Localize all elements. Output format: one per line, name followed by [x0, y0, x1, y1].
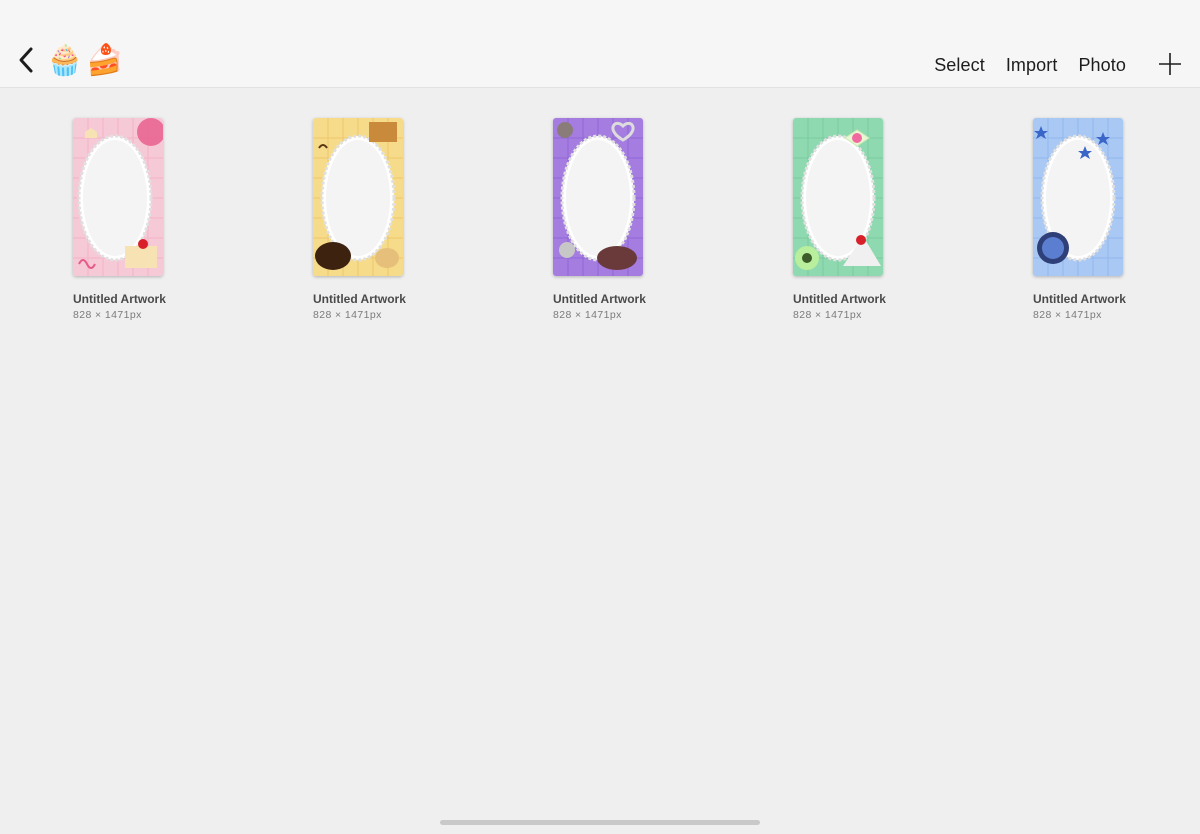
artwork-card[interactable]: Untitled Artwork 828 × 1471px — [553, 118, 693, 321]
photo-button[interactable]: Photo — [1078, 55, 1126, 76]
blue-frame-thumbnail — [1033, 118, 1123, 276]
artwork-card[interactable]: Untitled Artwork 828 × 1471px — [1033, 118, 1173, 321]
chevron-left-icon — [19, 47, 33, 73]
artwork-title: Untitled Artwork — [553, 292, 646, 306]
artwork-thumbnail[interactable] — [73, 118, 163, 276]
top-navigation-bar: 🧁 🍰 Select Import Photo — [0, 0, 1200, 88]
plus-icon — [1159, 53, 1181, 75]
artwork-gallery: Untitled Artwork 828 × 1471px Untitled A… — [0, 88, 1200, 834]
artwork-title: Untitled Artwork — [73, 292, 166, 306]
artwork-dimensions: 828 × 1471px — [1033, 309, 1102, 321]
artwork-title: Untitled Artwork — [313, 292, 406, 306]
artwork-thumbnail[interactable] — [313, 118, 403, 276]
new-canvas-button[interactable] — [1158, 52, 1182, 76]
artwork-card[interactable]: Untitled Artwork 828 × 1471px — [793, 118, 933, 321]
pink-frame-thumbnail — [73, 118, 163, 276]
purple-frame-thumbnail — [553, 118, 643, 276]
back-button[interactable] — [12, 44, 40, 76]
artwork-dimensions: 828 × 1471px — [553, 309, 622, 321]
yellow-frame-thumbnail — [313, 118, 403, 276]
artwork-thumbnail[interactable] — [793, 118, 883, 276]
artwork-title: Untitled Artwork — [1033, 292, 1126, 306]
artwork-card[interactable]: Untitled Artwork 828 × 1471px — [73, 118, 213, 321]
artwork-thumbnail[interactable] — [1033, 118, 1123, 276]
artwork-dimensions: 828 × 1471px — [73, 309, 142, 321]
artwork-title: Untitled Artwork — [793, 292, 886, 306]
select-button[interactable]: Select — [934, 55, 985, 76]
import-button[interactable]: Import — [1006, 55, 1058, 76]
toolbar-actions: Select Import Photo — [934, 52, 1126, 78]
artwork-dimensions: 828 × 1471px — [313, 309, 382, 321]
cupcake-icon: 🧁 — [46, 44, 84, 77]
artwork-card[interactable]: Untitled Artwork 828 × 1471px — [313, 118, 453, 321]
artwork-dimensions: 828 × 1471px — [793, 309, 862, 321]
home-indicator-bar[interactable] — [440, 820, 760, 825]
cake-slice-icon: 🍰 — [86, 44, 124, 77]
artwork-thumbnail[interactable] — [553, 118, 643, 276]
mint-frame-thumbnail — [793, 118, 883, 276]
